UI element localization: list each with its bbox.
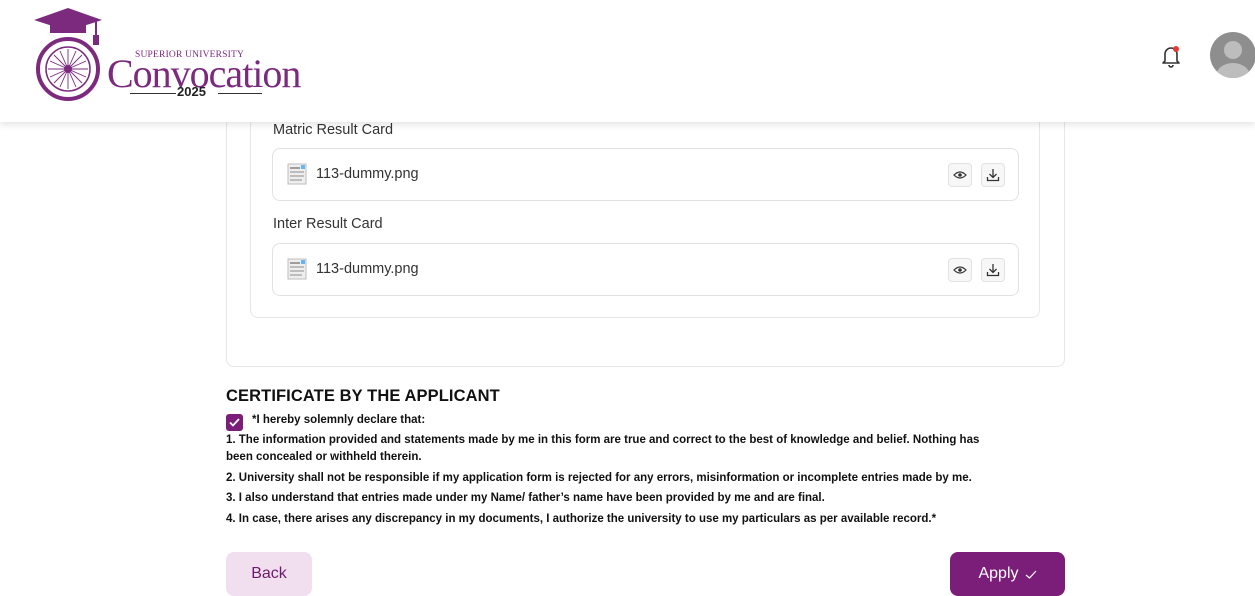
user-silhouette-icon (1216, 41, 1250, 78)
image-file-icon (287, 258, 307, 280)
inter-file-name: 113-dummy.png (316, 261, 419, 277)
check-icon (1025, 570, 1036, 579)
logo-divider-right (218, 93, 262, 94)
declaration-intro: *I hereby solemnly declare that: (252, 414, 426, 426)
matric-download-button[interactable] (981, 163, 1005, 187)
matric-view-button[interactable] (948, 163, 972, 187)
declaration-line: 1. The information provided and statemen… (226, 434, 980, 446)
apply-button[interactable]: Apply (950, 552, 1065, 596)
top-header: SUPERIOR UNIVERSITY Convocation 2025 (0, 0, 1255, 122)
checkmark-icon (229, 418, 240, 427)
matric-result-card-label: Matric Result Card (273, 122, 394, 138)
image-file-icon (287, 163, 307, 185)
declaration-line: 2. University shall not be responsible i… (226, 472, 972, 484)
inter-view-button[interactable] (948, 258, 972, 282)
matric-file-row: 113-dummy.png (272, 148, 1019, 201)
graduation-cap-emblem-icon (34, 8, 102, 101)
apply-button-label: Apply (978, 565, 1019, 582)
inter-file-row: 113-dummy.png (272, 243, 1019, 296)
user-avatar[interactable] (1210, 32, 1255, 78)
inter-download-button[interactable] (981, 258, 1005, 282)
declaration-checkbox[interactable] (226, 414, 243, 431)
download-icon (986, 264, 1000, 277)
matric-file-name: 113-dummy.png (316, 166, 419, 182)
certificate-title: CERTIFICATE BY THE APPLICANT (226, 387, 500, 405)
inter-result-card-label: Inter Result Card (273, 216, 383, 232)
logo-divider-left (130, 93, 176, 94)
eye-icon (953, 171, 967, 179)
notification-bell-button[interactable] (1160, 44, 1182, 68)
declaration-line: been concealed or withheld therein. (226, 451, 422, 463)
declaration-line: 4. In case, there arises any discrepancy… (226, 513, 937, 525)
back-button[interactable]: Back (226, 552, 312, 596)
logo-year: 2025 (177, 84, 206, 99)
declaration-line: 3. I also understand that entries made u… (226, 492, 825, 504)
eye-icon (953, 266, 967, 274)
convocation-logo[interactable]: SUPERIOR UNIVERSITY Convocation 2025 (30, 6, 301, 106)
download-icon (986, 169, 1000, 182)
bell-icon (1162, 46, 1180, 68)
